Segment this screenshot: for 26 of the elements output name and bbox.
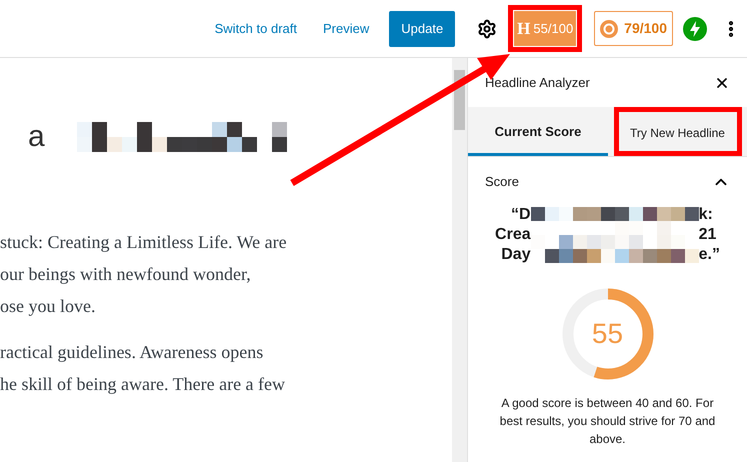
tab[interactable]: Current Score — [468, 107, 608, 156]
headline-fragment: “D — [511, 207, 531, 223]
preview-link[interactable]: Preview — [323, 18, 370, 38]
headline-fragment: Day — [501, 247, 531, 263]
paragraph-line: our beings with newfound wonder, — [0, 263, 252, 286]
headline-score-badge[interactable]: H 55/100 — [514, 11, 576, 46]
paragraph-line: he skill of being aware. There are a few — [0, 373, 286, 396]
switch-to-draft-link[interactable]: Switch to draft — [214, 18, 297, 38]
panel-title: Headline Analyzer — [485, 74, 590, 92]
headline-fragment: e.” — [698, 247, 720, 263]
tab[interactable]: Try New Headline — [608, 107, 747, 156]
headline-fragment: Crea — [495, 227, 531, 243]
headline-fragment: 21 — [698, 227, 716, 243]
paragraph-line: stuck: Creating a Limitless Life. We are — [0, 231, 288, 254]
post-title: a — [28, 122, 45, 152]
section-heading: Score — [485, 173, 519, 192]
paragraph-line: ractical guidelines. Awareness opens — [0, 341, 264, 364]
score-value: 55 — [592, 320, 624, 348]
headline-fragment: k: — [698, 207, 713, 223]
seo-score-badge[interactable]: 79/100 — [594, 11, 673, 46]
update-button[interactable]: Update — [389, 10, 456, 46]
scrollbar[interactable] — [452, 58, 467, 462]
settings-icon[interactable] — [477, 18, 498, 38]
paragraph-line: ose you love. — [0, 295, 96, 318]
score-note: A good score is between 40 and 60. For best results, you should strive for 70 and above. — [498, 395, 716, 448]
bolt-icon[interactable] — [683, 16, 707, 40]
